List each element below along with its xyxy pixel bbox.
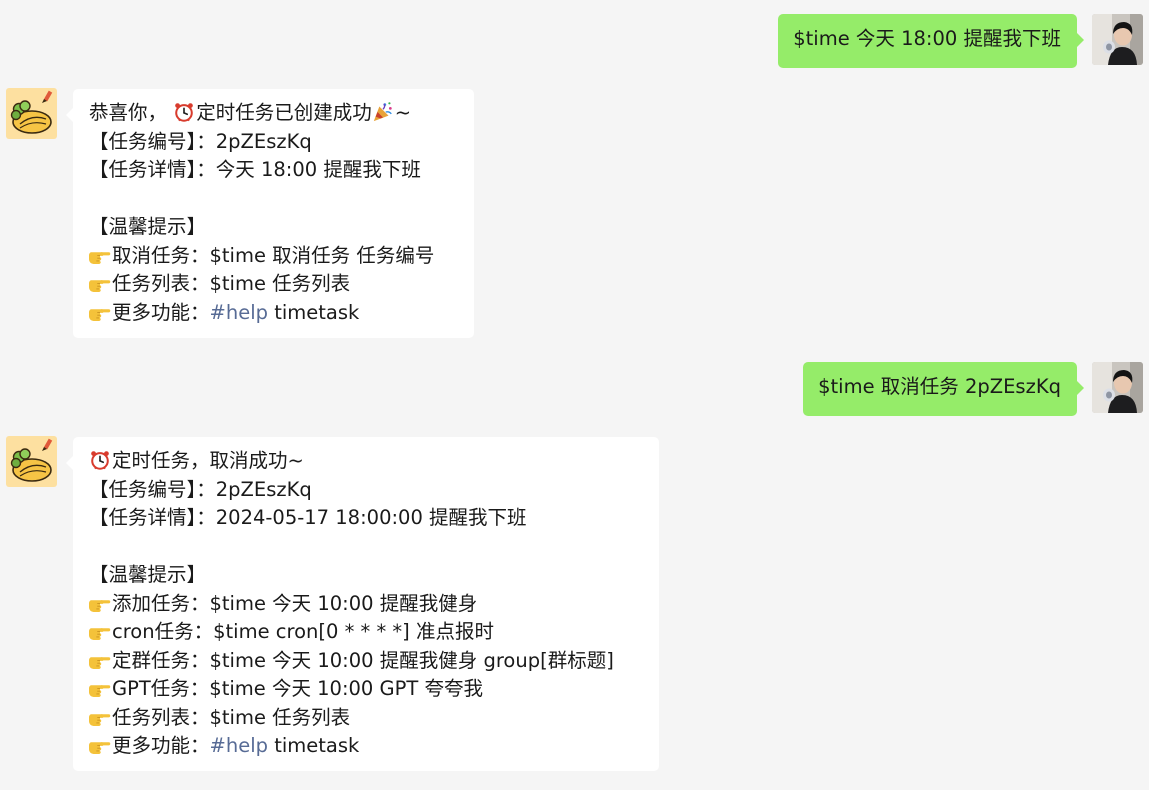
user-avatar[interactable] [1092,362,1143,413]
bot-message-bubble[interactable]: 恭喜你， 定时任务已创建成功 ~ 【任务编号】：2pZEszKq 【任务详情】：今… [66,89,474,338]
message-line: 任务列表：$time 任务列表 [89,704,643,733]
user-photo-avatar-icon [1092,14,1143,65]
message-line: 【任务编号】：2pZEszKq [89,477,312,501]
pointing-right-icon [89,301,111,323]
message-line: 更多功能：#help timetask [89,732,643,761]
pointing-right-icon [89,706,111,728]
party-popper-icon [372,101,394,123]
pointing-right-icon [89,734,111,756]
bot-message-bubble[interactable]: 定时任务，取消成功~ 【任务编号】：2pZEszKq 【任务详情】：2024-0… [66,437,659,771]
message-line: 更多功能：#help timetask [89,299,458,328]
message-line: 任务列表：$time 任务列表 [89,270,458,299]
pointing-right-icon [89,649,111,671]
bot-avatar[interactable] [6,436,57,487]
bot-avatar[interactable] [6,88,57,139]
message-text: $time 取消任务 2pZEszKq [818,375,1061,398]
message-line: 定群任务：$time 今天 10:00 提醒我健身 group[群标题] [89,647,643,676]
user-photo-avatar-icon [1092,362,1143,413]
message-line: 添加任务：$time 今天 10:00 提醒我健身 [89,590,643,619]
message-line: 恭喜你， 定时任务已创建成功 ~ [89,101,412,124]
message-line: GPT任务：$time 今天 10:00 GPT 夸夸我 [89,675,643,704]
user-avatar[interactable] [1092,14,1143,65]
user-message-bubble[interactable]: $time 取消任务 2pZEszKq [803,362,1084,416]
pointing-right-icon [89,244,111,266]
cartoon-omelette-avatar-icon [6,436,57,487]
pointing-right-icon [89,272,111,294]
pointing-right-icon [89,620,111,642]
help-hashtag-link[interactable]: #help [210,301,269,324]
message-line: 【温馨提示】 [89,215,207,238]
alarm-clock-icon [173,101,195,123]
alarm-clock-icon [89,449,111,471]
message-line: 定时任务，取消成功~ [89,447,643,476]
message-line: 【任务详情】：2024-05-17 18:00:00 提醒我下班 [89,506,527,529]
message-line: 【任务编号】：2pZEszKq [89,129,312,153]
message-text: $time 今天 18:00 提醒我下班 [793,27,1061,50]
pointing-right-icon [89,592,111,614]
user-message-bubble[interactable]: $time 今天 18:00 提醒我下班 [778,14,1084,68]
cartoon-omelette-avatar-icon [6,88,57,139]
help-hashtag-link[interactable]: #help [210,734,269,757]
message-line: 【任务详情】：今天 18:00 提醒我下班 [89,158,421,181]
pointing-right-icon [89,677,111,699]
message-line: 取消任务：$time 取消任务 任务编号 [89,242,458,271]
message-line: 【温馨提示】 [89,563,207,586]
message-line: cron任务：$time cron[0 * * * *] 准点报时 [89,618,643,647]
